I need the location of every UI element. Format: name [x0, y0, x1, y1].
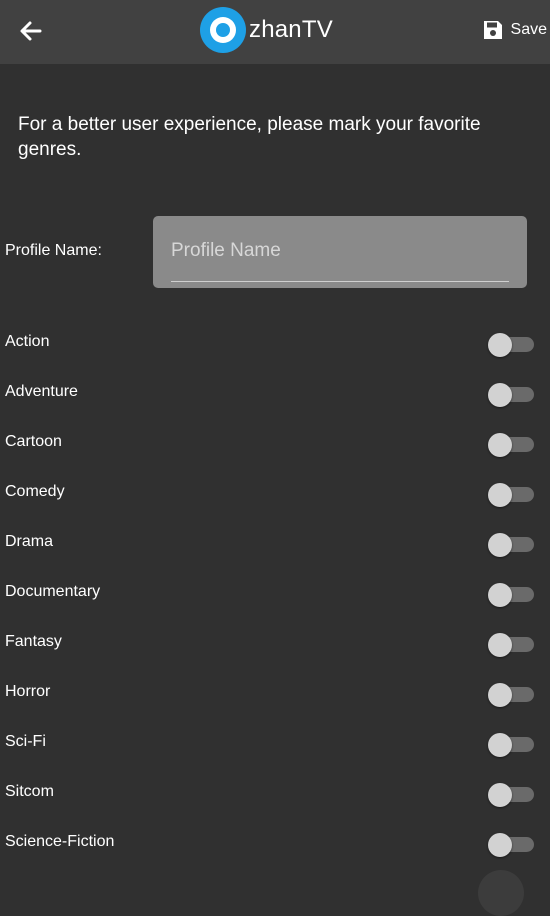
genre-row-adventure: Adventure — [0, 369, 550, 419]
input-underline — [171, 281, 509, 282]
toggle-thumb — [488, 683, 512, 707]
genre-label: Cartoon — [5, 433, 62, 450]
profile-name-label: Profile Name: — [5, 242, 102, 259]
genre-label: Sitcom — [5, 783, 54, 800]
save-button[interactable]: Save — [481, 14, 547, 46]
toggle-thumb — [488, 333, 512, 357]
arrow-left-icon — [20, 21, 42, 41]
genre-toggle-action[interactable] — [488, 333, 534, 357]
genre-toggle-cartoon[interactable] — [488, 433, 534, 457]
toggle-thumb — [488, 383, 512, 407]
toggle-thumb — [488, 433, 512, 457]
back-button[interactable] — [14, 14, 48, 48]
profile-name-field[interactable] — [153, 216, 527, 288]
genre-label: Science-Fiction — [5, 833, 115, 850]
genre-row-horror: Horror — [0, 669, 550, 719]
genre-toggle-drama[interactable] — [488, 533, 534, 557]
genre-row-action: Action — [0, 319, 550, 369]
genre-row-science-fiction: Science-Fiction — [0, 819, 550, 869]
toggle-thumb — [488, 783, 512, 807]
toggle-thumb — [488, 633, 512, 657]
genre-toggle-adventure[interactable] — [488, 383, 534, 407]
genre-toggle-horror[interactable] — [488, 683, 534, 707]
genre-label: Action — [5, 333, 50, 350]
floppy-disk-icon — [483, 21, 502, 39]
scroll-overflow-indicator — [478, 870, 524, 916]
app-logo: zhanTV — [199, 5, 333, 55]
toggle-thumb — [488, 533, 512, 557]
app-title: zhanTV — [249, 16, 333, 43]
genre-row-comedy: Comedy — [0, 469, 550, 519]
save-label: Save — [510, 21, 547, 38]
genre-row-documentary: Documentary — [0, 569, 550, 619]
genre-toggle-comedy[interactable] — [488, 483, 534, 507]
genre-label: Fantasy — [5, 633, 62, 650]
intro-text: For a better user experience, please mar… — [18, 114, 481, 160]
genre-toggle-documentary[interactable] — [488, 583, 534, 607]
zhantv-logo-icon — [200, 7, 246, 53]
toggle-thumb — [488, 583, 512, 607]
toggle-thumb — [488, 733, 512, 757]
toggle-thumb — [488, 483, 512, 507]
genre-toggle-science-fiction[interactable] — [488, 833, 534, 857]
genre-row-fantasy: Fantasy — [0, 619, 550, 669]
genre-label: Documentary — [5, 583, 101, 600]
genre-toggle-fantasy[interactable] — [488, 633, 534, 657]
genre-label: Horror — [5, 683, 51, 700]
genre-row-cartoon: Cartoon — [0, 419, 550, 469]
genre-row-sitcom: Sitcom — [0, 769, 550, 819]
profile-name-input[interactable] — [171, 236, 509, 266]
genre-label: Drama — [5, 533, 54, 550]
genre-label: Sci-Fi — [5, 733, 46, 750]
genre-toggle-sitcom[interactable] — [488, 783, 534, 807]
genre-row-sci-fi: Sci-Fi — [0, 719, 550, 769]
genre-row-drama: Drama — [0, 519, 550, 569]
toggle-thumb — [488, 833, 512, 857]
genre-toggle-sci-fi[interactable] — [488, 733, 534, 757]
app-bar: zhanTV Save — [0, 0, 550, 64]
genre-label: Comedy — [5, 483, 65, 500]
genre-label: Adventure — [5, 383, 78, 400]
